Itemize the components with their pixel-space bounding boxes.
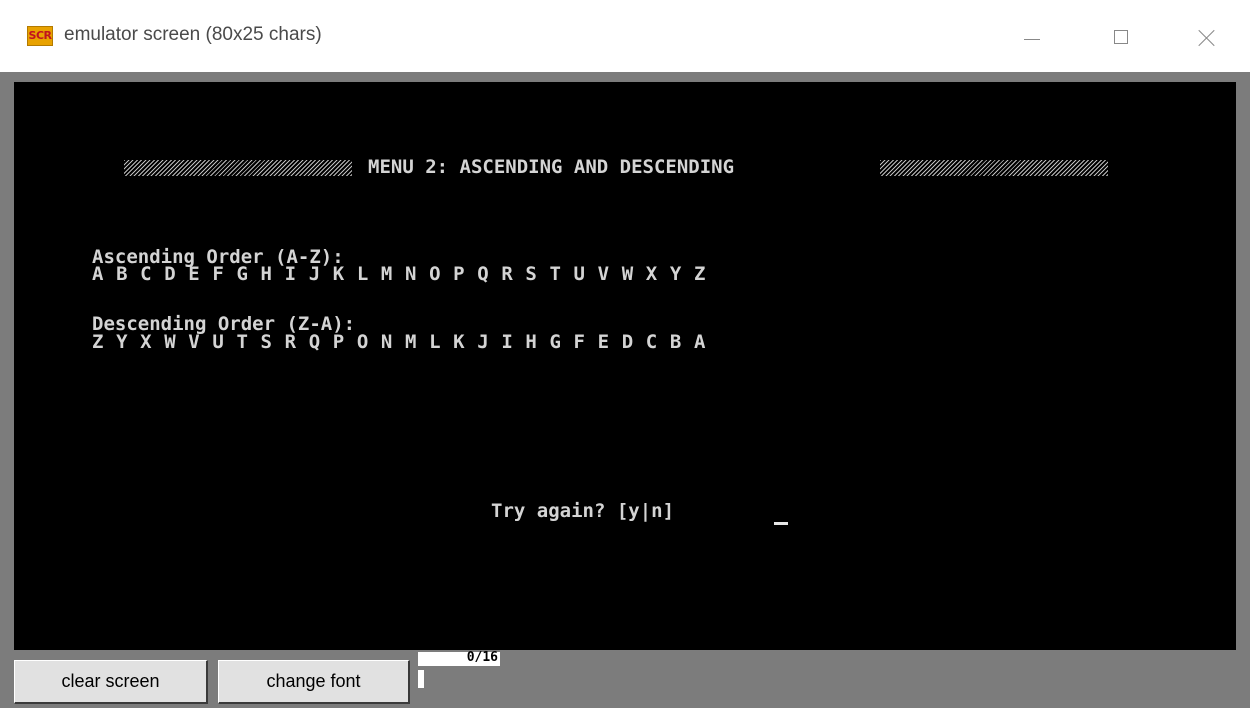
minimize-button[interactable]	[1002, 6, 1062, 68]
close-icon	[1198, 29, 1216, 47]
menu-banner-right-hatch	[880, 160, 1108, 176]
window-title: emulator screen (80x25 chars)	[64, 24, 322, 45]
text-cursor	[774, 522, 788, 525]
change-font-button[interactable]: change font	[218, 660, 410, 704]
terminal-screen[interactable]: MENU 2: ASCENDING AND DESCENDING Ascendi…	[14, 82, 1236, 650]
title-bar[interactable]: SCR emulator screen (80x25 chars)	[0, 0, 1250, 73]
menu-banner-left-hatch	[124, 160, 352, 176]
maximize-button[interactable]	[1092, 6, 1152, 68]
input-counter: 0/16	[418, 650, 500, 666]
close-button[interactable]	[1178, 6, 1238, 68]
descending-letters: Z Y X W V U T S R Q P O N M L K J I H G …	[92, 331, 706, 353]
emulator-window: SCR emulator screen (80x25 chars) MENU 2…	[0, 0, 1250, 708]
input-counter-text: 0/16	[466, 650, 498, 665]
app-icon: SCR	[27, 26, 53, 46]
input-field[interactable]	[418, 670, 424, 688]
minimize-icon	[1024, 39, 1040, 40]
try-again-prompt: Try again? [y|n]	[491, 500, 675, 522]
menu-title: MENU 2: ASCENDING AND DESCENDING	[368, 156, 735, 178]
bottom-toolbar: clear screen change font 0/16	[0, 650, 1250, 708]
clear-screen-button[interactable]: clear screen	[14, 660, 208, 704]
emulator-frame: MENU 2: ASCENDING AND DESCENDING Ascendi…	[0, 72, 1250, 708]
app-icon-label: SCR	[28, 29, 52, 42]
maximize-icon	[1114, 30, 1128, 44]
ascending-letters: A B C D E F G H I J K L M N O P Q R S T …	[92, 263, 706, 285]
